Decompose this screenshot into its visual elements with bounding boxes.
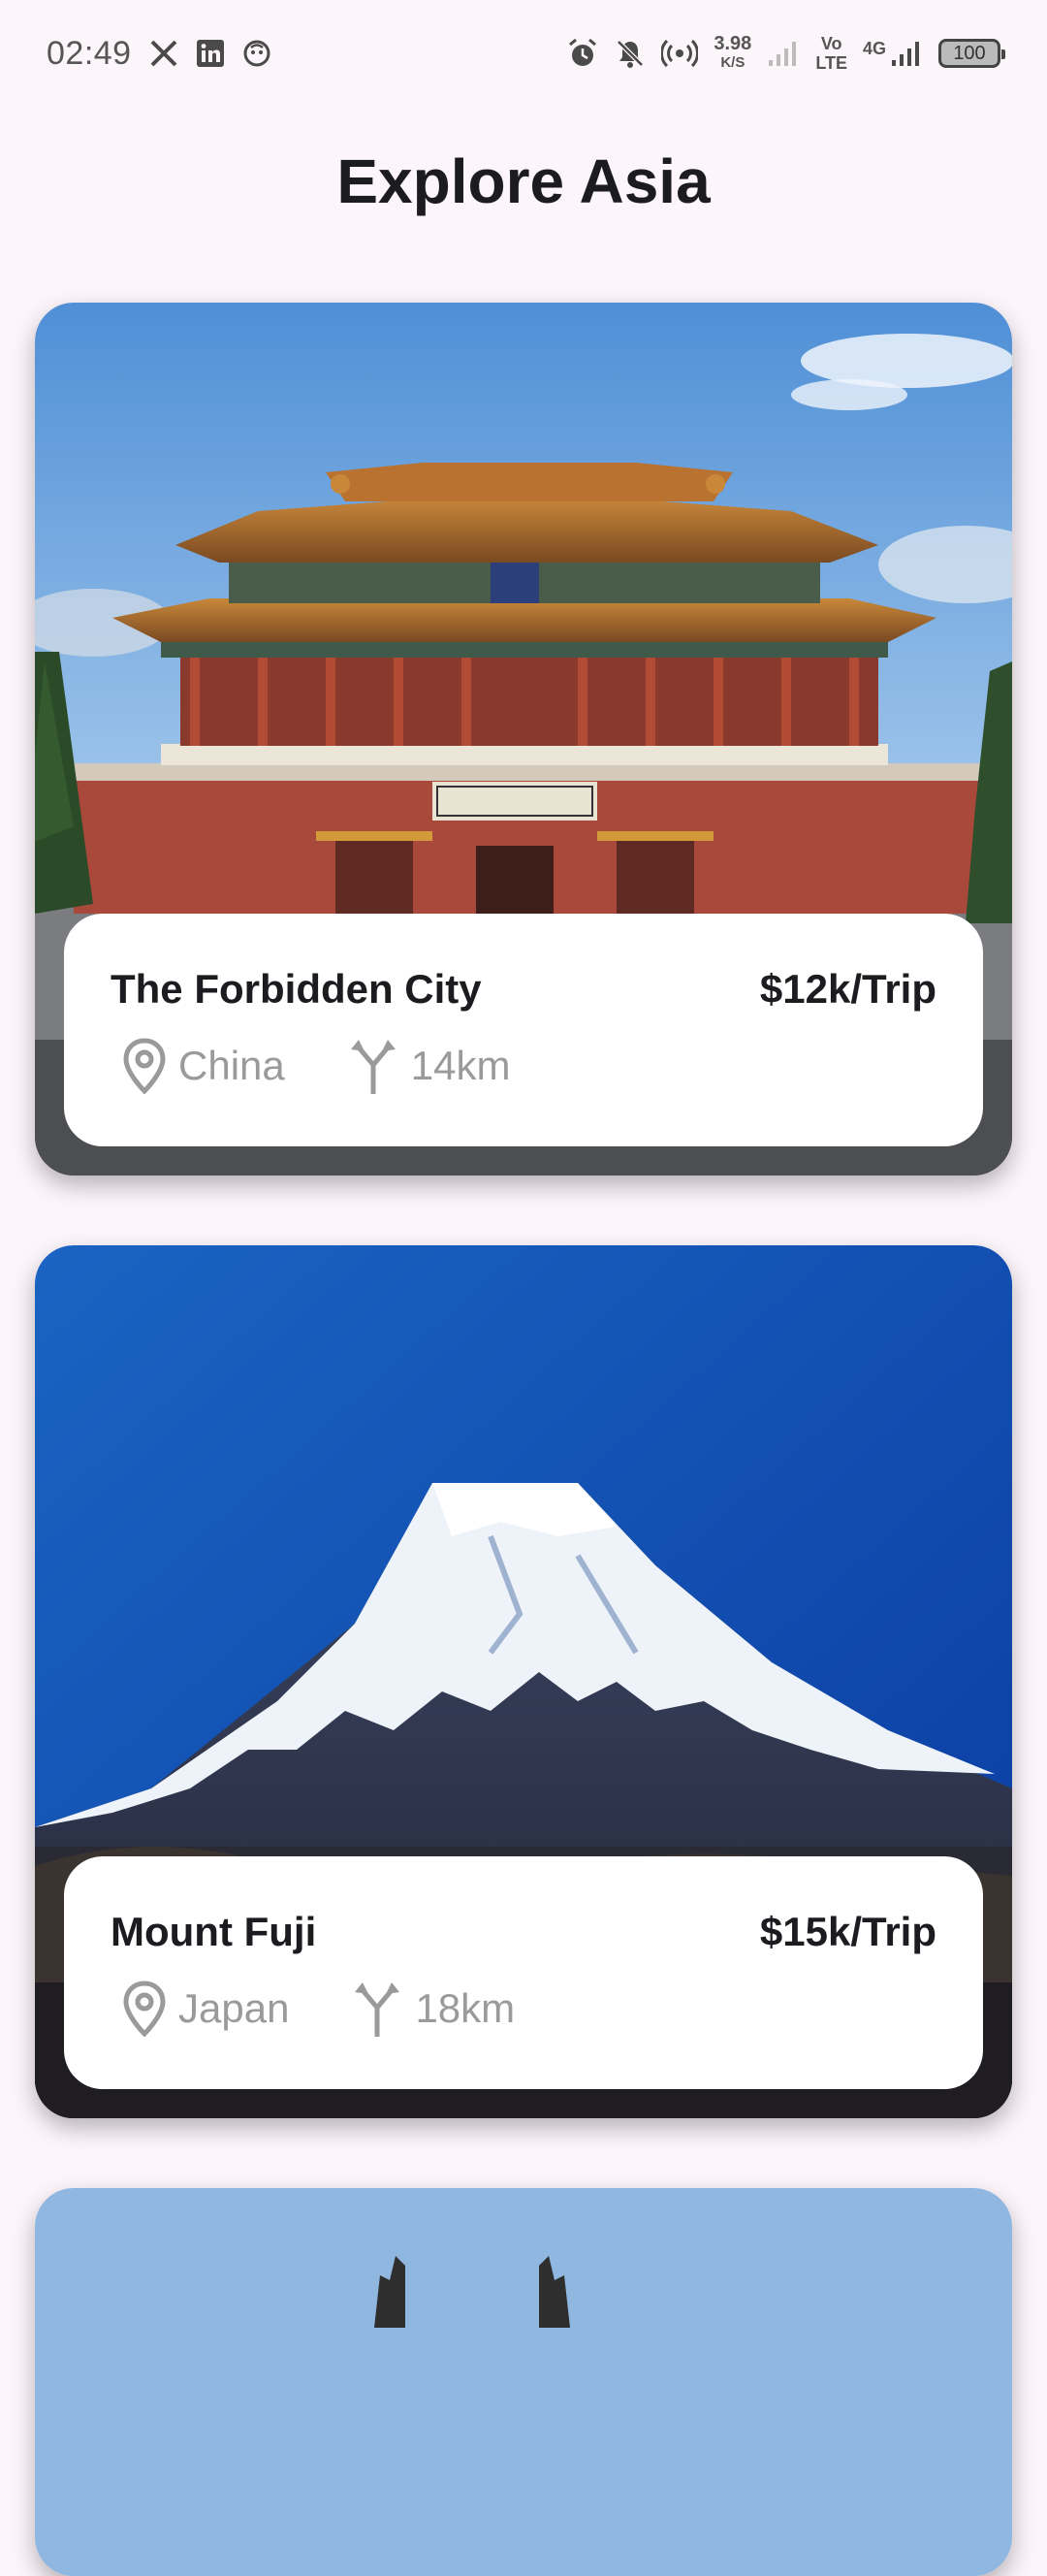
route-split-icon [347, 1036, 399, 1096]
destination-info-panel: Mount Fuji $15k/Trip Japan 18km [64, 1856, 983, 2089]
destination-card-mount-fuji[interactable]: Mount Fuji $15k/Trip Japan 18km [35, 1245, 1012, 2118]
destination-price: $12k/Trip [759, 966, 936, 1012]
battery-icon: 100 [938, 39, 1005, 68]
route-split-icon [351, 1979, 403, 2039]
country-label: China [178, 1043, 285, 1088]
speed-unit: K/S [720, 54, 746, 71]
bali-gate-image [35, 2188, 1012, 2576]
destination-country: Japan [111, 1980, 289, 2037]
destination-price: $15k/Trip [759, 1909, 936, 1954]
signal-icon [767, 39, 800, 68]
alarm-icon [566, 37, 599, 70]
location-pin-icon [122, 1980, 167, 2037]
location-pin-icon [122, 1038, 167, 1094]
destination-info-panel: The Forbidden City $12k/Trip China 14km [64, 914, 983, 1146]
mute-icon [615, 38, 646, 69]
country-label: Japan [178, 1985, 290, 2031]
speed-value: 3.98 [714, 33, 752, 54]
network-type: 4G [862, 39, 886, 58]
destination-distance: 14km [347, 1036, 511, 1096]
network-speed: 3.98 K/S [714, 34, 751, 73]
notification-app-icon [242, 39, 271, 68]
destination-country: China [111, 1038, 285, 1094]
status-bar: 02:49 3.98 K/S Vo LTE 4G 100 [0, 0, 1047, 107]
destination-name: Mount Fuji [111, 1909, 317, 1954]
destination-name: The Forbidden City [111, 966, 482, 1012]
volte-bottom-label: LTE [815, 53, 847, 73]
battery-level: 100 [953, 42, 986, 64]
page-title: Explore Asia [336, 146, 711, 216]
destination-card-partial[interactable] [35, 2188, 1012, 2576]
distance-label: 18km [415, 1985, 516, 2031]
volte-top-label: Vo [820, 34, 842, 53]
hotspot-icon [661, 38, 699, 69]
linkedin-icon [196, 39, 225, 68]
x-icon [149, 39, 178, 68]
4g-signal-icon: 4G [863, 39, 923, 68]
clock: 02:49 [47, 34, 132, 72]
distance-label: 14km [410, 1043, 511, 1088]
destination-card-forbidden-city[interactable]: The Forbidden City $12k/Trip China 14km [35, 303, 1012, 1175]
destination-distance: 18km [351, 1979, 515, 2039]
volte-icon: Vo LTE [815, 34, 847, 73]
